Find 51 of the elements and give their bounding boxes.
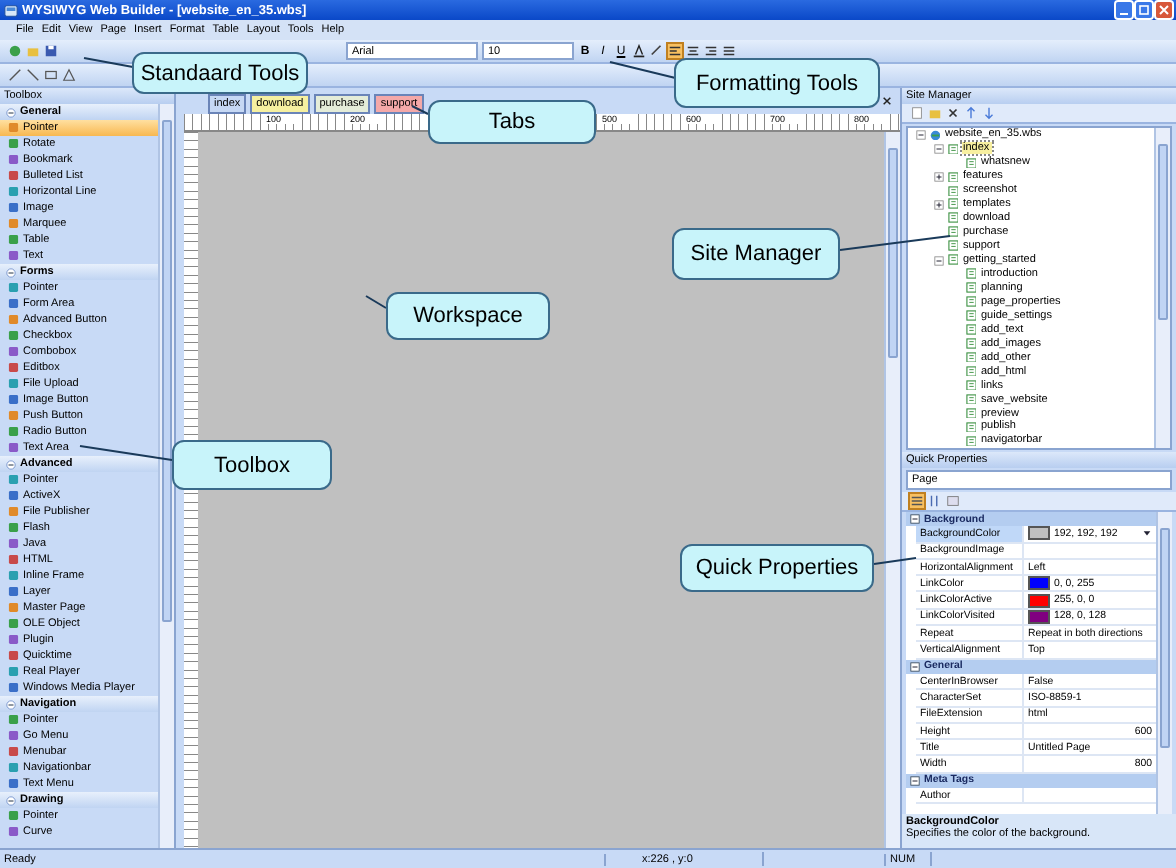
expander-icon[interactable] (934, 255, 944, 266)
leader-line (365, 295, 387, 309)
scrollbar[interactable] (1154, 128, 1170, 448)
callout: Toolbox (172, 440, 332, 490)
callout: Quick Properties (680, 544, 874, 592)
align-right-icon[interactable] (704, 44, 718, 58)
justify-icon[interactable] (722, 44, 736, 58)
expander-icon[interactable] (934, 171, 944, 182)
collapse-icon[interactable] (6, 459, 16, 469)
dropdown-arrow-icon[interactable] (1142, 528, 1152, 539)
globe-icon (929, 129, 940, 141)
expander-icon[interactable] (934, 143, 944, 154)
maximize-button[interactable] (1136, 2, 1152, 18)
close-icon[interactable] (882, 96, 892, 106)
minimize-button[interactable] (1116, 2, 1132, 18)
properties-icon[interactable] (946, 494, 960, 508)
scrollbar[interactable] (158, 104, 174, 848)
collapse-icon[interactable] (6, 795, 16, 805)
collapse-icon[interactable] (6, 267, 16, 277)
callout: Site Manager (672, 228, 840, 280)
callout: Standaard Tools (132, 52, 308, 94)
triangle-icon[interactable] (62, 68, 76, 82)
callout: Tabs (428, 100, 596, 144)
page-icon (965, 157, 976, 169)
line-icon[interactable] (26, 68, 40, 82)
scrollbar[interactable] (884, 132, 900, 848)
align-left-icon[interactable] (668, 44, 682, 58)
collapse-icon[interactable] (6, 699, 16, 709)
expander-icon[interactable] (916, 129, 926, 140)
collapse-icon[interactable] (6, 107, 16, 117)
rectangle-icon[interactable] (44, 68, 58, 82)
scrollbar[interactable] (1156, 512, 1172, 814)
callout: Workspace (386, 292, 550, 340)
new-page-icon[interactable] (910, 106, 924, 120)
delete-icon[interactable] (946, 106, 960, 120)
leader-line (839, 235, 951, 251)
categorized-icon[interactable] (910, 494, 924, 508)
expander-icon[interactable] (934, 199, 944, 210)
align-center-icon[interactable] (686, 44, 700, 58)
save-icon[interactable] (44, 44, 58, 58)
leader-line (79, 445, 173, 461)
new-file-icon[interactable] (8, 44, 22, 58)
expander-icon[interactable] (910, 661, 920, 672)
expander-icon[interactable] (910, 775, 920, 786)
page-icon (947, 143, 958, 155)
callout: Formatting Tools (674, 58, 880, 108)
expander-icon[interactable] (910, 514, 920, 525)
close-button[interactable] (1156, 2, 1172, 18)
text-color-icon[interactable] (632, 44, 646, 58)
leader-line (873, 557, 917, 565)
arrow-down-icon[interactable] (982, 106, 996, 120)
